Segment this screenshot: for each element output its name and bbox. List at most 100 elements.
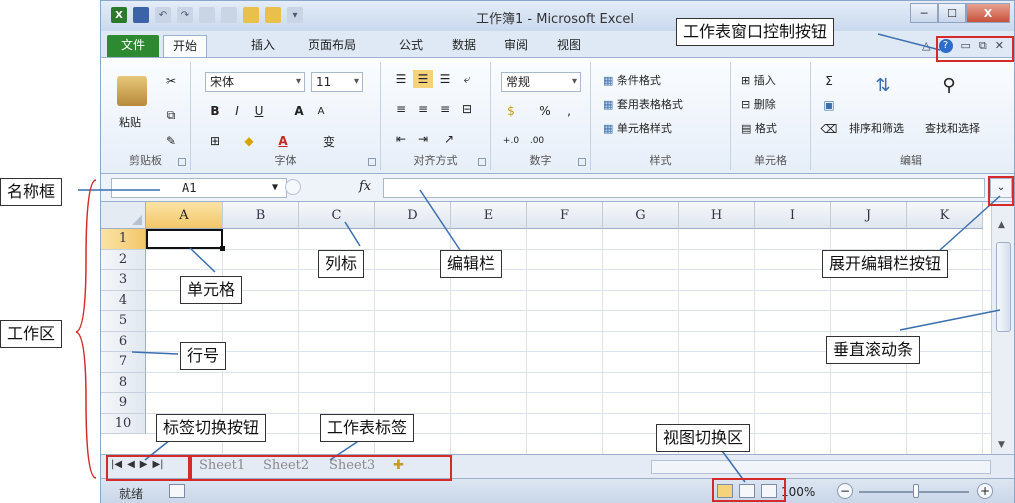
border-icon[interactable]: ⊞ (205, 132, 225, 150)
increase-indent-icon[interactable]: ⇥ (413, 130, 433, 148)
column-header[interactable]: J (831, 202, 907, 229)
find-select-icon[interactable]: ⚲ (939, 75, 959, 96)
active-cell[interactable] (146, 229, 225, 251)
tab-data[interactable]: 数据 (444, 35, 484, 57)
insert-function-button[interactable]: fx (359, 179, 371, 194)
tab-home[interactable]: 开始 (163, 35, 207, 57)
clipboard-launcher-icon[interactable] (178, 158, 186, 166)
formula-cancel-icon[interactable] (285, 179, 301, 195)
zoom-slider-knob[interactable] (913, 484, 919, 498)
column-header[interactable]: A (146, 202, 223, 229)
align-center-icon[interactable]: ≡ (413, 100, 433, 118)
delete-cells-button[interactable]: ⊟ 删除 (741, 96, 776, 112)
decrease-indent-icon[interactable]: ⇤ (391, 130, 411, 148)
clear-icon[interactable]: ⌫ (819, 120, 839, 138)
font-size-select[interactable]: 11 (311, 72, 363, 92)
merge-center-icon[interactable]: ⊟ (457, 100, 477, 118)
column-header[interactable]: E (451, 202, 527, 229)
italic-button[interactable]: I (227, 102, 247, 120)
percent-button[interactable]: % (535, 102, 555, 120)
row-header[interactable]: 8 (101, 372, 146, 393)
fill-color-icon[interactable]: ◆ (239, 132, 259, 150)
paste-button[interactable]: 粘贴 (119, 114, 141, 130)
row-header[interactable]: 6 (101, 331, 146, 352)
currency-icon[interactable]: $ (501, 102, 521, 120)
cell-styles-button[interactable]: ▦ 单元格样式 (603, 120, 672, 136)
increase-decimal-button[interactable]: +.0 (501, 132, 521, 150)
column-header[interactable]: H (679, 202, 755, 229)
row-header[interactable]: 3 (101, 270, 146, 291)
open-folder-icon[interactable] (243, 7, 259, 23)
macro-record-icon[interactable] (169, 484, 185, 498)
number-format-select[interactable]: 常规 (501, 72, 581, 92)
zoom-in-button[interactable]: + (977, 483, 993, 499)
tab-view[interactable]: 视图 (549, 35, 589, 57)
font-launcher-icon[interactable] (368, 158, 376, 166)
decrease-decimal-button[interactable]: .00 (527, 132, 547, 150)
wrap-text-icon[interactable]: ⤶ (457, 70, 477, 88)
format-as-table-button[interactable]: ▦ 套用表格格式 (603, 96, 683, 112)
close-button[interactable]: X (966, 3, 1010, 23)
align-top-icon[interactable]: ☰ (391, 70, 411, 88)
select-all-corner[interactable] (101, 202, 146, 229)
tab-file[interactable]: 文件 (107, 35, 159, 57)
row-header[interactable]: 2 (101, 249, 146, 270)
row-header[interactable]: 10 (101, 413, 146, 434)
row-header[interactable]: 9 (101, 393, 146, 414)
column-header[interactable]: C (299, 202, 375, 229)
scroll-down-icon[interactable]: ▼ (998, 440, 1005, 450)
conditional-format-button[interactable]: ▦ 条件格式 (603, 72, 661, 88)
save-icon[interactable] (133, 7, 149, 23)
column-header[interactable]: F (527, 202, 603, 229)
comma-button[interactable]: , (559, 102, 579, 120)
orientation-icon[interactable]: ↗ (439, 130, 459, 148)
font-color-button[interactable]: A (273, 132, 293, 150)
insert-cells-button[interactable]: ⊞ 插入 (741, 72, 776, 88)
grow-font-button[interactable]: A (289, 102, 309, 120)
name-box[interactable]: A1 ▼ (111, 178, 287, 198)
maximize-button[interactable]: ☐ (938, 3, 966, 23)
horizontal-scrollbar[interactable] (651, 460, 991, 474)
vertical-scrollbar[interactable]: ▲ ▼ (991, 202, 1014, 454)
alignment-launcher-icon[interactable] (478, 158, 486, 166)
column-header[interactable]: D (375, 202, 451, 229)
vertical-scroll-thumb[interactable] (996, 242, 1011, 332)
align-bottom-icon[interactable]: ☰ (435, 70, 455, 88)
align-left-icon[interactable]: ≡ (391, 100, 411, 118)
row-header[interactable]: 7 (101, 352, 146, 373)
bold-button[interactable]: B (205, 102, 225, 120)
tab-page-layout[interactable]: 页面布局 (299, 35, 365, 57)
zoom-level[interactable]: 100% (781, 485, 815, 499)
align-right-icon[interactable]: ≡ (435, 100, 455, 118)
autosum-button[interactable]: Σ (819, 72, 839, 90)
column-header[interactable]: B (223, 202, 299, 229)
row-header[interactable]: 5 (101, 311, 146, 332)
sort-filter-button[interactable]: 排序和筛选 (849, 120, 904, 136)
folder-icon[interactable] (265, 7, 281, 23)
font-family-select[interactable]: 宋体 (205, 72, 305, 92)
chevron-down-icon[interactable]: ▼ (272, 179, 278, 197)
format-cells-button[interactable]: ▤ 格式 (741, 120, 777, 136)
underline-button[interactable]: U (249, 102, 269, 120)
copy-icon[interactable]: ⧉ (161, 106, 181, 124)
minimize-button[interactable]: ─ (910, 3, 938, 23)
tab-review[interactable]: 审阅 (496, 35, 536, 57)
row-header[interactable]: 4 (101, 290, 146, 311)
column-header[interactable]: I (755, 202, 831, 229)
find-select-button[interactable]: 查找和选择 (925, 120, 980, 136)
phonetic-button[interactable]: 变 (319, 132, 339, 150)
align-middle-icon[interactable]: ☰ (413, 70, 433, 88)
formula-input[interactable] (383, 178, 985, 198)
zoom-out-button[interactable]: − (837, 483, 853, 499)
paste-icon[interactable] (117, 76, 147, 106)
column-header[interactable]: G (603, 202, 679, 229)
sort-filter-icon[interactable]: ⇅ (873, 75, 893, 96)
shrink-font-button[interactable]: A (311, 102, 331, 120)
collapse-ribbon-icon[interactable]: △ (922, 39, 930, 53)
scroll-up-icon[interactable]: ▲ (998, 220, 1005, 230)
fill-icon[interactable]: ▣ (819, 96, 839, 114)
column-header[interactable]: K (907, 202, 983, 229)
row-header[interactable]: 1 (101, 229, 146, 250)
tab-insert[interactable]: 插入 (243, 35, 283, 57)
new-file-icon[interactable] (199, 7, 215, 23)
